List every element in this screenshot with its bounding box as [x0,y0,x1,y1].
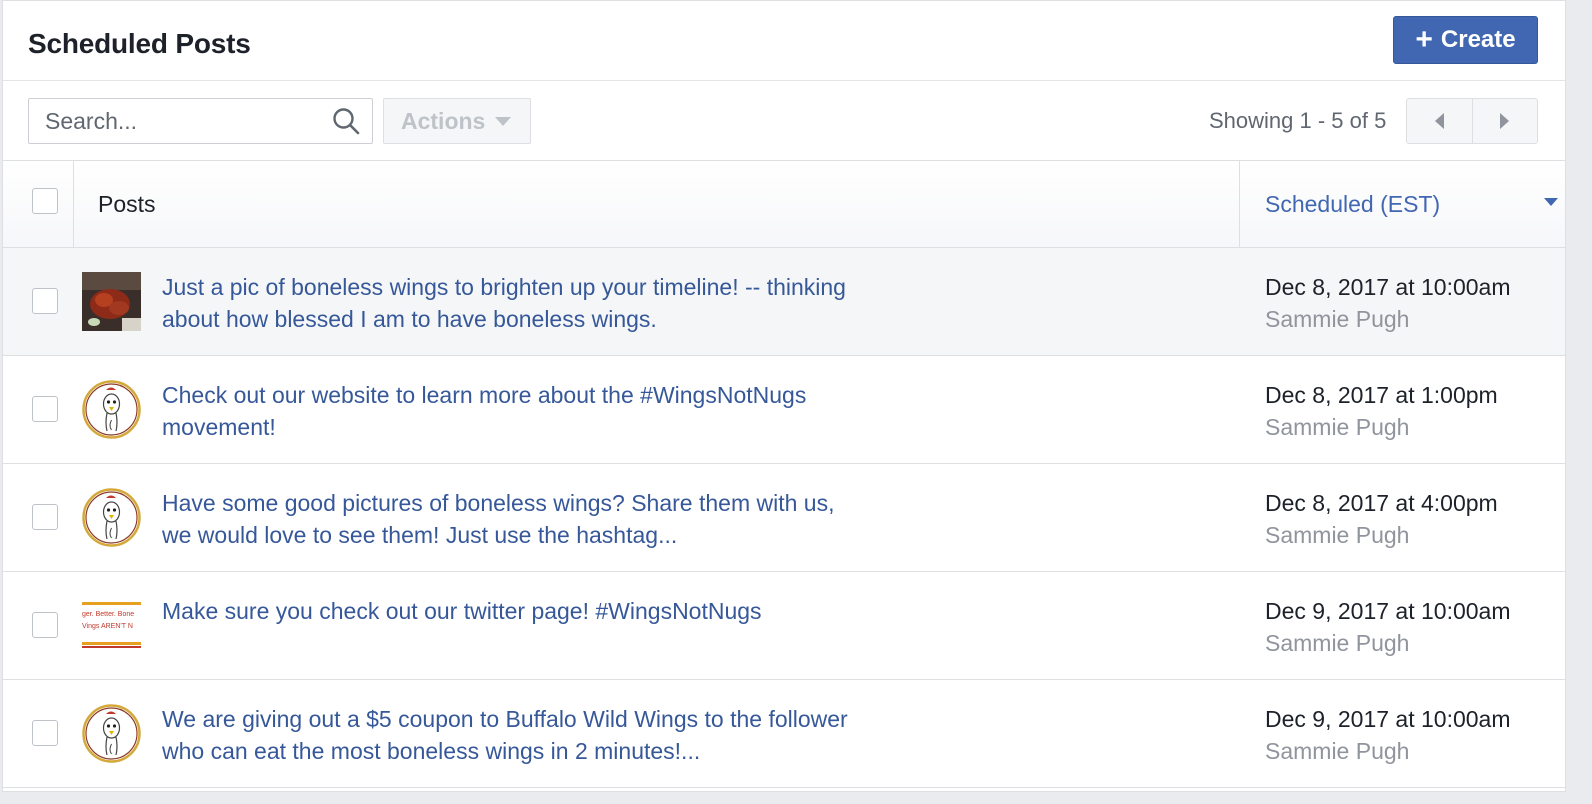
plus-icon: + [1415,23,1433,56]
banner-text-line-2: Vings AREN'T N [82,623,133,630]
table-row[interactable]: ger. Better. Bone Vings AREN'T N Make su… [3,572,1565,680]
select-all-checkbox[interactable] [32,188,58,214]
table-row[interactable]: Have some good pictures of boneless wing… [3,464,1565,572]
scheduled-date: Dec 8, 2017 at 4:00pm [1265,490,1498,516]
table-row[interactable]: We are giving out a $5 coupon to Buffalo… [3,680,1565,788]
scheduled-date: Dec 9, 2017 at 10:00am [1265,598,1511,624]
banner-image-thumbnail[interactable]: ger. Better. Bone Vings AREN'T N [82,596,141,655]
page-title: Scheduled Posts [28,28,251,59]
row-checkbox[interactable] [32,504,58,530]
toolbar: Actions Showing 1 - 5 of 5 [3,81,1565,161]
table-row[interactable]: Check out our website to learn more abou… [3,356,1565,464]
post-text-link[interactable]: Have some good pictures of boneless wing… [162,487,862,551]
actions-label: Actions [401,107,486,134]
row-checkbox[interactable] [32,612,58,638]
actions-dropdown[interactable]: Actions [383,98,531,144]
post-author: Sammie Pugh [1265,414,1410,440]
column-header-scheduled-cell[interactable]: Scheduled (EST) [1239,161,1565,247]
row-checkbox[interactable] [32,396,58,422]
banner-text-line-1: ger. Better. Bone [82,611,134,618]
chicken-logo-thumbnail[interactable] [82,380,141,439]
create-button[interactable]: + Create [1393,16,1538,64]
panel-header: Scheduled Posts + Create [3,1,1565,81]
search-input[interactable] [29,107,319,135]
pagination-controls [1406,98,1538,144]
column-header-scheduled[interactable]: Scheduled (EST) [1265,191,1440,218]
search-box [28,98,373,144]
chevron-down-icon [495,116,512,126]
row-checkbox[interactable] [32,288,58,314]
post-text-link[interactable]: We are giving out a $5 coupon to Buffalo… [162,703,862,767]
scheduled-date: Dec 8, 2017 at 1:00pm [1265,382,1498,408]
post-text-link[interactable]: Just a pic of boneless wings to brighten… [162,271,862,335]
search-icon[interactable] [332,107,360,135]
chicken-logo-thumbnail[interactable] [82,704,141,763]
pagination-status: Showing 1 - 5 of 5 [1209,108,1387,133]
row-checkbox[interactable] [32,720,58,746]
chicken-logo-thumbnail[interactable] [82,488,141,547]
chevron-right-icon [1500,113,1510,129]
table-header: Posts Scheduled (EST) [3,161,1565,248]
scheduled-posts-panel: Scheduled Posts + Create Actions Showing… [2,0,1566,792]
post-author: Sammie Pugh [1265,738,1410,764]
column-header-posts: Posts [98,191,156,217]
post-text-link[interactable]: Check out our website to learn more abou… [162,379,862,443]
post-author: Sammie Pugh [1265,630,1410,656]
next-page-button[interactable] [1473,99,1538,143]
select-all-cell [3,161,74,247]
post-author: Sammie Pugh [1265,306,1410,332]
scheduled-date: Dec 9, 2017 at 10:00am [1265,706,1511,732]
chevron-left-icon [1434,113,1444,129]
post-author: Sammie Pugh [1265,522,1410,548]
prev-page-button[interactable] [1407,99,1473,143]
food-photo-thumbnail[interactable] [82,272,141,331]
create-button-label: Create [1440,26,1516,53]
post-text-link[interactable]: Make sure you check out our twitter page… [162,595,862,627]
scheduled-date: Dec 8, 2017 at 10:00am [1265,274,1511,300]
table-row[interactable]: Just a pic of boneless wings to brighten… [3,248,1565,356]
sort-descending-icon[interactable] [1544,198,1558,206]
table-body: Just a pic of boneless wings to brighten… [3,248,1565,788]
